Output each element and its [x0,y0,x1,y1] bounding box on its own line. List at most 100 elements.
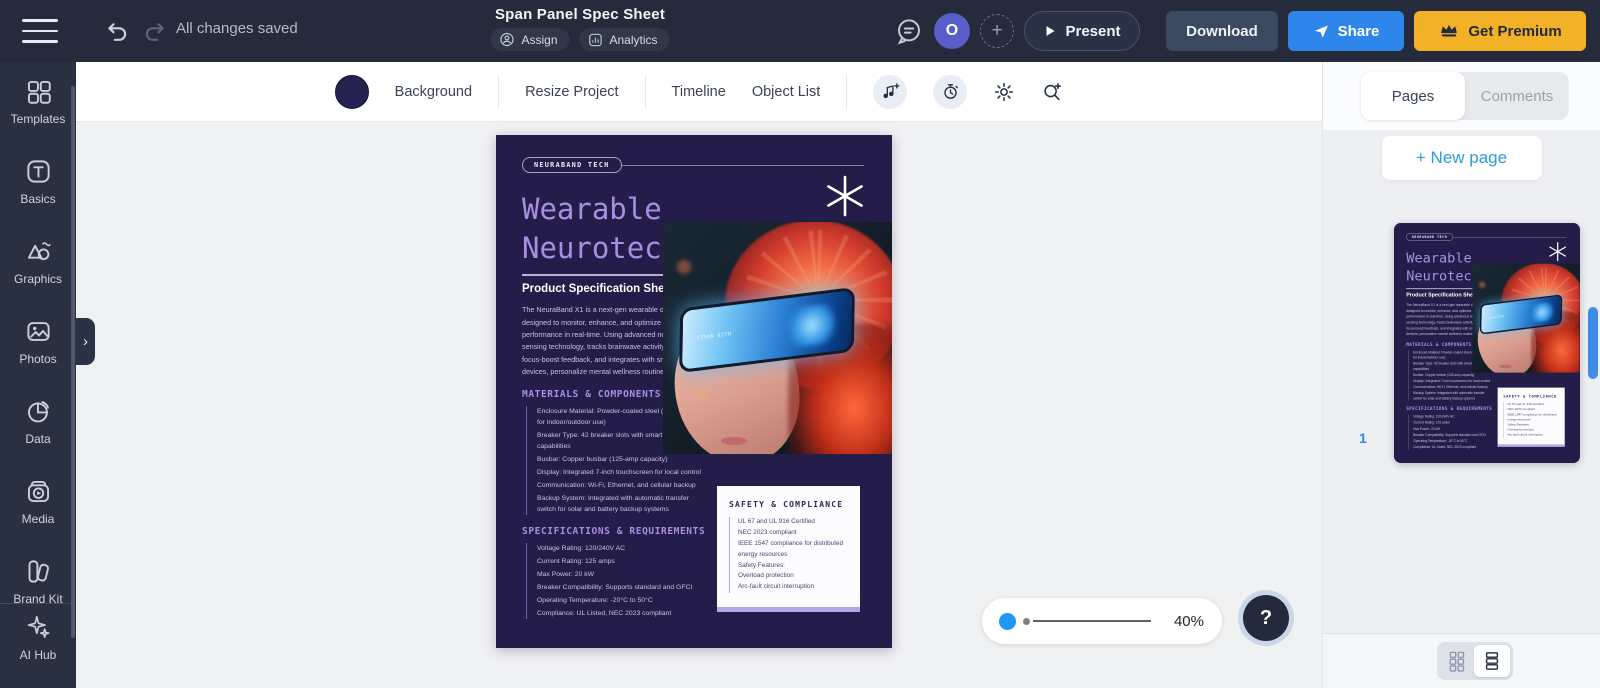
pages-panel: Pages Comments + New page 1 NEURABAND TE… [1322,62,1600,688]
sidebar-item-basics[interactable]: Basics [0,158,76,206]
list-item: Max Power: 20 kW [537,569,698,580]
analytics-button[interactable]: Analytics [580,28,670,51]
present-button[interactable]: Present [1024,11,1140,51]
design-canvas[interactable]: NEURABAND TECH Wearable Neurotech Produc… [76,122,1322,688]
list-item: Arc-fault circuit interruption [738,582,850,593]
neurotech-photo[interactable]: STMAN 02TH [663,222,892,454]
toolbar-divider [498,75,499,109]
list-item: UL 67 and UL 916 Certified [738,517,850,528]
specs-list: Voltage Rating: 120/240V ACCurrent Ratin… [526,543,698,619]
list-item: Busbar: Copper busbar (125-amp capacity) [1413,373,1491,378]
new-page-button[interactable]: + New page [1382,136,1542,180]
plus-icon: + [991,20,1002,42]
list-item: Arc-fault circuit interruption [1507,433,1560,438]
media-icon [25,478,52,505]
list-item: IEEE 1547 compliance for distributed ene… [738,539,850,561]
tab-pages[interactable]: Pages [1361,72,1465,120]
avatar[interactable]: O [934,13,970,49]
document-page[interactable]: NEURABAND TECH Wearable Neurotech Produc… [496,135,892,648]
sidebar-item-label: Basics [0,192,76,206]
settings-button[interactable] [993,81,1015,103]
safety-compliance-box[interactable]: SAFETY & COMPLIANCE UL 67 and UL 916 Cer… [717,486,860,612]
badge-line [622,165,865,166]
page-thumbnail[interactable]: NEURABAND TECH Wearable Neurotech Produc… [1394,223,1580,463]
hamburger-icon[interactable] [22,19,58,43]
music-add-icon [881,82,900,101]
toolbar-divider [846,75,847,109]
get-premium-button[interactable]: Get Premium [1414,11,1586,51]
visor-glow [1530,301,1555,323]
download-button[interactable]: Download [1166,11,1278,51]
sidebar-scrollbar[interactable] [71,86,75,638]
question-icon: ? [1260,607,1272,630]
list-item: Operating Temperature: -20°C to 50°C [537,595,698,606]
redo-icon[interactable] [142,18,168,44]
view-toggle [1437,642,1513,680]
zoom-slider-handle[interactable] [999,613,1016,630]
list-item: Voltage Rating: 120/240V AC [1413,415,1489,420]
sidebar-item-photos[interactable]: Photos [0,318,76,366]
left-sidebar: Templates Basics Graphics Photos Data Me… [0,62,76,688]
preview-search-button[interactable] [1041,81,1063,103]
grid-view-button[interactable] [1440,645,1474,677]
help-button[interactable]: ? [1243,595,1289,641]
sidebar-item-label: Media [0,512,76,526]
lips [1500,365,1512,369]
share-label: Share [1338,23,1380,40]
toolbar-divider [645,75,646,109]
list-item: NEC 2023 compliant [738,528,850,539]
sidebar-item-label: Data [0,432,76,446]
resize-project-button[interactable]: Resize Project [525,84,618,100]
assign-person-icon [498,31,515,48]
list-view-button[interactable] [1474,645,1510,677]
analytics-label: Analytics [610,33,658,47]
assign-button[interactable]: Assign [490,28,569,51]
visor-glow [785,302,837,349]
assign-label: Assign [521,33,557,47]
object-list-button[interactable]: Object List [752,84,821,100]
visor-label: STMAN 02TH [696,331,731,341]
settings-gear-icon [993,81,1015,103]
timer-button[interactable] [933,75,967,109]
sidebar-item-graphics[interactable]: Graphics [0,238,76,286]
project-title[interactable]: Span Panel Spec Sheet [490,6,669,23]
sidebar-item-data[interactable]: Data [0,398,76,446]
list-item: Communication: Wi-Fi, Ethernet, and cell… [537,480,704,491]
add-member-button[interactable]: + [980,14,1014,48]
sidebar-item-label: AI Hub [0,648,76,662]
undo-icon[interactable] [104,18,130,44]
bokeh-dot [1479,282,1486,289]
list-item: Breaker Compatibility: Supports standard… [537,582,698,593]
background-button[interactable]: Background [395,84,472,100]
list-item: IEEE 1547 compliance for distributed ene… [1507,412,1560,422]
comment-bubble-icon[interactable] [894,16,924,46]
sidebar-item-ai-hub[interactable]: AI Hub [0,603,76,688]
sidebar-item-media[interactable]: Media [0,478,76,526]
list-item: Busbar: Copper busbar (125-amp capacity) [537,454,704,465]
add-music-button[interactable] [873,75,907,109]
list-item: Breaker Compatibility: Supports standard… [1413,433,1489,438]
sidebar-item-label: Photos [0,352,76,366]
share-button[interactable]: Share [1288,11,1404,51]
list-item: Safety Features: [738,561,850,572]
analytics-chart-icon [588,32,604,48]
share-arrow-icon [1313,23,1330,40]
sidebar-item-brand-kit[interactable]: Brand Kit [0,558,76,606]
tab-comments[interactable]: Comments [1465,72,1569,120]
zoom-slider-track[interactable] [1033,620,1151,622]
safety-heading: SAFETY & COMPLIANCE [729,500,850,509]
list-item: Backup System: Integrated with automatic… [1413,391,1491,401]
page-thumbnail-content[interactable]: NEURABAND TECH Wearable Neurotech Produc… [1394,223,1580,463]
bokeh-dot [1488,343,1493,348]
background-color-swatch[interactable] [335,75,369,109]
sidebar-item-label: Templates [0,112,76,126]
canvas-toolbar: Background Resize Project Timeline Objec… [76,62,1322,122]
timeline-button[interactable]: Timeline [672,84,726,100]
present-label: Present [1065,23,1120,40]
list-item: Operating Temperature: -20°C to 50°C [1413,439,1489,444]
zoom-control: 40% [982,598,1222,644]
templates-grid-icon [25,78,52,105]
sidebar-expand-button[interactable]: › [76,318,95,365]
panel-scrollbar[interactable] [1588,307,1598,379]
sidebar-item-templates[interactable]: Templates [0,78,76,126]
